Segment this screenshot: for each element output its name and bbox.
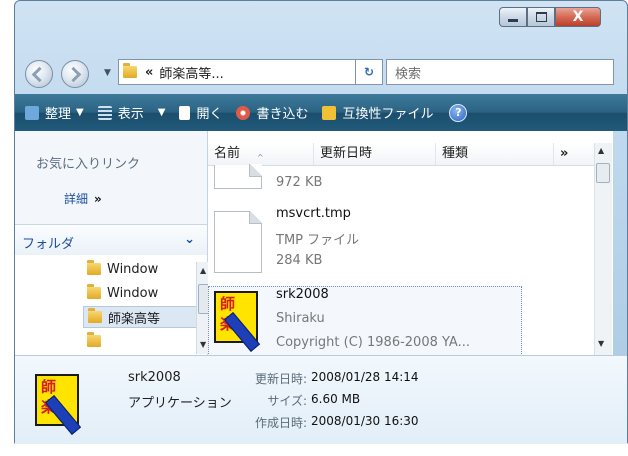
file-name[interactable]: srk2008 (276, 287, 329, 302)
scroll-down-icon[interactable]: ▼ (598, 339, 604, 348)
column-type-label: 種類 (442, 146, 469, 161)
details-label: 詳細 (64, 192, 89, 206)
app-icon-char: 師 (41, 378, 57, 396)
scroll-up-icon[interactable]: ▲ (200, 266, 206, 275)
folder-tree: Window Window 師楽高等 (15, 255, 207, 355)
tree-item-label: Window (107, 285, 159, 301)
open-label: 開く (196, 107, 223, 122)
details-chevron-icon: » (94, 192, 102, 206)
folder-icon (88, 308, 102, 323)
favorite-links-title: お気に入りリンク (36, 157, 141, 172)
minimize-icon (508, 19, 518, 22)
tree-item-label: Window (107, 261, 159, 277)
address-path[interactable]: 師楽高等... (159, 63, 354, 82)
burn-label: 書き込む (256, 107, 309, 122)
chevron-down-icon: ⌄ (184, 232, 195, 247)
compat-files-icon (322, 105, 337, 120)
details-file-name: srk2008 (128, 370, 181, 385)
forward-button[interactable] (61, 60, 89, 88)
refresh-button[interactable]: ↻ (355, 59, 383, 85)
chevron-down-icon: ▼ (76, 107, 84, 118)
column-name-label: 名前 (214, 146, 241, 161)
file-size: 284 KB (276, 253, 323, 268)
views-button[interactable]: 表示 ▼ (97, 103, 166, 122)
file-list-scroll-thumb[interactable] (596, 163, 610, 183)
command-toolbar: 整理 ▼ 表示 ▼ 開く 書き込む 互換性ファイル ? (15, 94, 627, 131)
file-name[interactable]: msvcrt.tmp (276, 206, 351, 221)
folder-icon (87, 284, 101, 299)
folders-bar[interactable]: フォルダ ⌄ (15, 224, 207, 256)
burn-icon (236, 105, 251, 120)
tree-item[interactable] (83, 330, 107, 352)
folders-label: フォルダ (22, 237, 75, 252)
file-size: 972 KB (276, 175, 323, 190)
details-pane: 師 楽 srk2008 アプリケーション 更新日時: 2008/01/28 14… (15, 355, 627, 444)
modified-label: 更新日時: (254, 372, 307, 386)
scroll-up-icon[interactable]: ▲ (598, 146, 604, 155)
open-icon (179, 105, 191, 120)
file-copyright: Copyright (C) 1986-2008 YA... (276, 335, 470, 350)
shiraku-app-icon[interactable]: 師 楽 (214, 291, 261, 352)
minimize-button[interactable] (499, 7, 527, 27)
search-placeholder: 検索 (395, 66, 422, 82)
tree-item[interactable]: Window (83, 258, 158, 280)
details-link[interactable]: 詳細 » (64, 190, 102, 207)
column-name[interactable]: 名前 ^ (208, 143, 314, 165)
tree-item-label: 師楽高等 (108, 311, 161, 327)
file-type: TMP ファイル (276, 233, 360, 248)
scroll-down-icon[interactable]: ▼ (200, 340, 206, 349)
views-icon (97, 105, 112, 120)
created-label: 作成日時: (254, 416, 307, 430)
help-button[interactable]: ? (449, 103, 468, 122)
tmp-file-icon[interactable] (214, 211, 262, 273)
close-button[interactable]: X (555, 7, 601, 27)
organize-label: 整理 (45, 107, 72, 122)
tree-item-selected[interactable]: 師楽高等 (83, 306, 197, 328)
views-label: 表示 (117, 107, 144, 122)
back-button[interactable] (25, 60, 53, 88)
size-label: サイズ: (267, 394, 307, 408)
shiraku-app-icon: 師 楽 (35, 374, 82, 435)
open-button[interactable]: 開く (179, 103, 222, 122)
file-icon (214, 164, 262, 189)
file-company: Shiraku (276, 311, 325, 326)
file-list: 名前 ^ 更新日時 種類 » 972 KB msvcrt.tmp TMP ファイ… (208, 131, 613, 356)
column-modified-label: 更新日時 (320, 146, 373, 161)
caption-buttons: X (499, 7, 601, 29)
folder-icon (87, 332, 101, 347)
more-columns-icon: » (560, 146, 569, 161)
folder-icon (87, 260, 101, 275)
column-modified[interactable]: 更新日時 (314, 143, 436, 165)
maximize-button[interactable] (527, 7, 555, 27)
compat-files-button[interactable]: 互換性ファイル (322, 103, 433, 122)
details-file-type: アプリケーション (128, 396, 232, 411)
more-columns-button[interactable]: » (554, 143, 592, 165)
burn-button[interactable]: 書き込む (236, 103, 308, 122)
refresh-icon: ↻ (363, 65, 375, 79)
maximize-icon (535, 12, 547, 22)
chevron-down-icon: ▼ (157, 107, 166, 118)
navigation-pane: お気に入りリンク 詳細 » フォルダ ⌄ Window Window 師楽高等 (15, 131, 208, 355)
column-header: 名前 ^ 更新日時 種類 » (208, 143, 594, 166)
created-value: 2008/01/30 16:30 (311, 414, 419, 428)
modified-value: 2008/01/28 14:14 (311, 370, 419, 384)
app-icon-char: 師 (220, 295, 236, 313)
close-icon: X (572, 9, 584, 25)
address-chevron[interactable]: « (145, 65, 153, 80)
search-input[interactable]: 検索 (386, 59, 614, 85)
size-value: 6.60 MB (311, 392, 361, 406)
compat-files-label: 互換性ファイル (342, 107, 434, 122)
column-type[interactable]: 種類 (436, 143, 554, 165)
address-bar[interactable]: « 師楽高等... ▼ (118, 59, 373, 85)
organize-button[interactable]: 整理 ▼ (25, 103, 84, 122)
help-icon: ? (455, 106, 462, 119)
organize-icon (25, 105, 39, 120)
tree-item[interactable]: Window (83, 282, 158, 304)
file-list-scrollbar[interactable]: ▲ ▼ (594, 143, 612, 355)
recent-pages-dropdown[interactable]: ▼ (104, 68, 111, 78)
folder-icon (123, 63, 137, 78)
